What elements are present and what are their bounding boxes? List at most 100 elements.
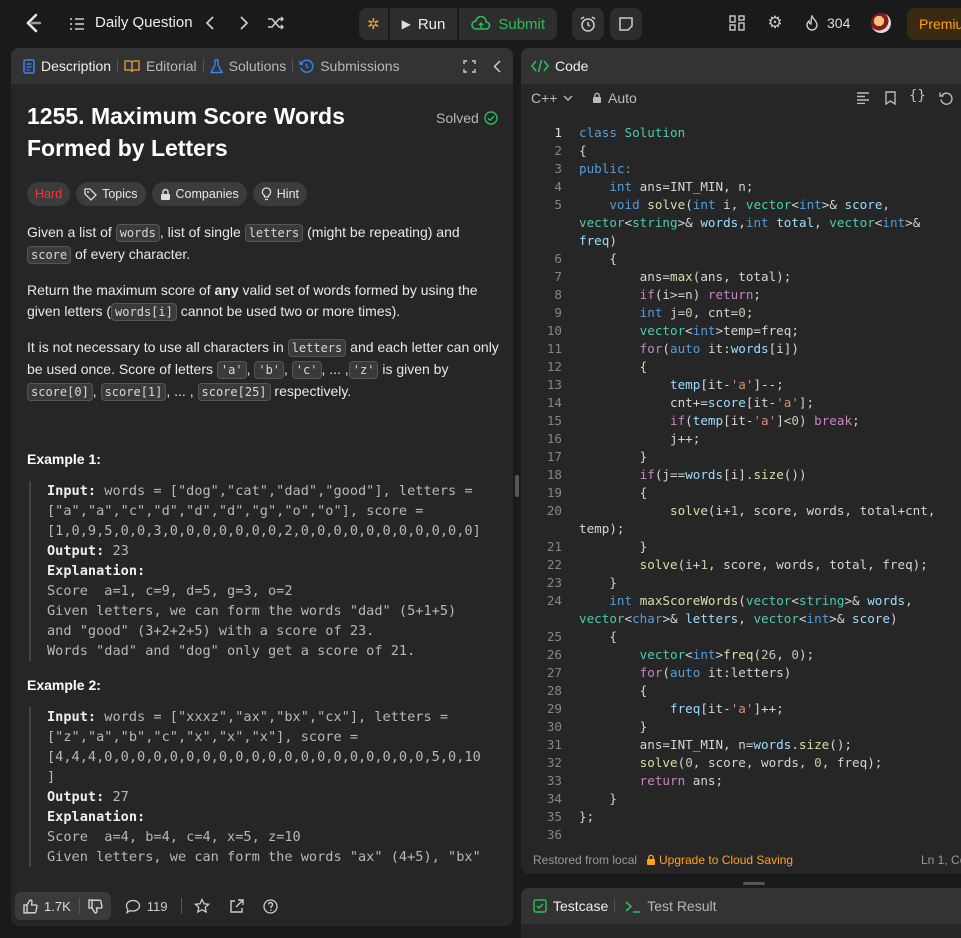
line-number: 3 bbox=[554, 161, 562, 176]
run-button[interactable]: ▶ Run bbox=[389, 8, 458, 40]
code-line: if(i>=n) return; bbox=[639, 287, 762, 302]
horizontal-splitter[interactable] bbox=[743, 882, 765, 885]
line-number: 2 bbox=[554, 143, 562, 158]
daily-question-title[interactable]: Daily Question bbox=[95, 14, 193, 31]
code-line: } bbox=[579, 791, 617, 806]
note-icon[interactable] bbox=[610, 8, 642, 40]
testcase-pane: Testcase Test Result bbox=[521, 888, 961, 938]
share-icon[interactable] bbox=[222, 894, 250, 918]
premium-button[interactable]: Premium bbox=[907, 8, 961, 40]
layout-grid-icon[interactable] bbox=[728, 14, 746, 32]
maximize-icon[interactable] bbox=[461, 58, 477, 74]
line-number: 14 bbox=[546, 395, 562, 410]
code-line: vector<char>& letters, vector<int>& scor… bbox=[579, 611, 898, 626]
tab-description[interactable]: Description bbox=[17, 48, 117, 84]
vertical-splitter[interactable] bbox=[515, 475, 519, 497]
line-number: 7 bbox=[554, 269, 562, 284]
line-number: 26 bbox=[546, 647, 562, 662]
code-line: freq) bbox=[579, 233, 617, 248]
help-icon[interactable] bbox=[256, 894, 284, 918]
line-number: 27 bbox=[546, 665, 562, 680]
code-line: { bbox=[579, 359, 648, 374]
hint-tag[interactable]: Hint bbox=[252, 182, 307, 206]
avatar[interactable] bbox=[871, 13, 891, 33]
line-number: 19 bbox=[546, 485, 562, 500]
comment-icon bbox=[125, 899, 140, 914]
description-paragraph-1: Given a list of words, list of single le… bbox=[27, 224, 460, 264]
code-line: int ans=INT_MIN, n; bbox=[609, 179, 754, 194]
code-line: ans=max(ans, total); bbox=[579, 269, 792, 284]
testcase-tab-bar: Testcase Test Result bbox=[521, 888, 961, 924]
tab-solutions[interactable]: Solutions bbox=[204, 48, 293, 84]
line-number: 9 bbox=[554, 305, 562, 320]
code-line: } bbox=[579, 449, 648, 464]
star-icon[interactable] bbox=[188, 894, 216, 918]
top-bar: Daily Question ✲ ▶ Run Submit ⚙ 304 Premi… bbox=[0, 0, 961, 48]
line-number: 20 bbox=[546, 503, 562, 518]
run-submit-group: ✲ ▶ Run Submit bbox=[359, 8, 558, 40]
code-line: int maxScoreWords(vector<string>& words, bbox=[609, 593, 913, 608]
description-footer: 1.7K 119 bbox=[11, 886, 513, 926]
code-line: vector<int>temp=freq; bbox=[639, 323, 799, 338]
line-number: 35 bbox=[546, 809, 562, 824]
code-editor[interactable]: 1 2 3 4 5 6 7 8 9 10 11 12 13 14 15 16 17 18 19 20 21 22 23 24 2… bbox=[521, 48, 961, 874]
code-line: vector<int>freq(26, 0); bbox=[639, 647, 815, 662]
line-number: 21 bbox=[546, 539, 562, 554]
line-number: 22 bbox=[546, 557, 562, 572]
cloud-upload-icon bbox=[471, 16, 491, 30]
tab-submissions[interactable]: Submissions bbox=[293, 48, 405, 84]
line-number: 30 bbox=[546, 719, 562, 734]
code-line: ans=INT_MIN, n=words.size(); bbox=[579, 737, 852, 752]
tag-icon bbox=[84, 187, 98, 201]
tab-testcase[interactable]: Testcase bbox=[533, 888, 608, 924]
settings-gear-icon[interactable]: ⚙ bbox=[766, 13, 784, 32]
flask-icon bbox=[209, 58, 223, 73]
example-2-block: Input: words = ["xxxz","ax","bx","cx"], … bbox=[29, 707, 499, 867]
line-number: 16 bbox=[546, 431, 562, 446]
solved-status: Solved bbox=[436, 110, 498, 126]
code-line: for(auto it:words[i]) bbox=[639, 341, 799, 356]
line-number: 6 bbox=[554, 251, 562, 266]
problem-list-icon[interactable] bbox=[68, 15, 86, 33]
next-problem-icon[interactable] bbox=[236, 14, 252, 32]
line-number: 18 bbox=[546, 467, 562, 482]
code-line: }; bbox=[579, 809, 595, 824]
code-line: temp[it-'a']--; bbox=[670, 377, 784, 392]
companies-tag[interactable]: Companies bbox=[151, 182, 247, 206]
topics-tag[interactable]: Topics bbox=[76, 182, 146, 206]
lock-icon bbox=[647, 854, 655, 865]
tab-editorial[interactable]: Editorial bbox=[118, 48, 203, 84]
prev-problem-icon[interactable] bbox=[202, 14, 218, 32]
line-number: 31 bbox=[546, 737, 562, 752]
code-line: { bbox=[579, 629, 617, 644]
code-line: { bbox=[579, 251, 617, 266]
streak-flame-icon[interactable] bbox=[804, 14, 820, 32]
like-button[interactable]: 1.7K bbox=[15, 892, 79, 920]
code-line: j++; bbox=[579, 431, 701, 446]
submit-button[interactable]: Submit bbox=[459, 8, 558, 40]
collapse-chevron-icon[interactable] bbox=[489, 58, 505, 74]
code-line: for(auto it:letters) bbox=[639, 665, 792, 680]
line-number: 23 bbox=[546, 575, 562, 590]
line-number: 1 bbox=[554, 125, 562, 140]
line-number: 24 bbox=[546, 593, 562, 608]
cursor-position: Ln 1, Col 1 bbox=[921, 853, 961, 867]
comments-button[interactable]: 119 bbox=[117, 899, 176, 914]
code-line: vector<string>& words,int total, vector<… bbox=[579, 215, 921, 230]
debug-button[interactable]: ✲ bbox=[359, 8, 388, 40]
streak-count[interactable]: 304 bbox=[827, 15, 850, 31]
code-line: solve(i+1, score, words, total+cnt, bbox=[670, 503, 936, 518]
code-line: int j=0, cnt=0; bbox=[639, 305, 754, 320]
code-line: solve(i+1, score, words, total, freq); bbox=[639, 557, 928, 572]
alarm-clock-icon[interactable] bbox=[572, 8, 604, 40]
line-number: 4 bbox=[554, 179, 562, 194]
editor-status-bar: Restored from local Upgrade to Cloud Sav… bbox=[521, 848, 961, 874]
dislike-button[interactable] bbox=[80, 892, 111, 920]
shuffle-icon[interactable] bbox=[266, 14, 286, 32]
code-line: freq[it-'a']++; bbox=[670, 701, 784, 716]
thumbs-up-icon bbox=[23, 898, 38, 914]
tab-test-result[interactable]: Test Result bbox=[621, 888, 720, 924]
code-line: cnt+=score[it-'a']; bbox=[579, 395, 815, 410]
upgrade-cloud-link[interactable]: Upgrade to Cloud Saving bbox=[646, 853, 793, 867]
leetcode-logo-icon[interactable] bbox=[22, 12, 44, 34]
